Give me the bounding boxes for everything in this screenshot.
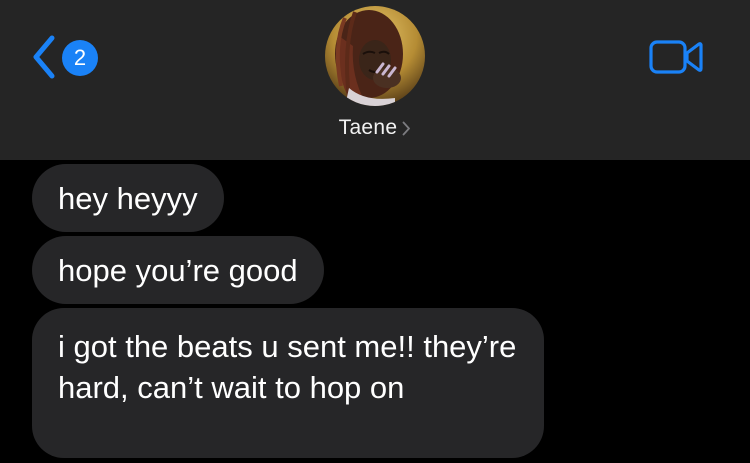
facetime-video-button[interactable] [648, 38, 704, 76]
chevron-left-icon [33, 35, 55, 79]
contact-name-button[interactable]: Taene [0, 116, 750, 140]
message-bubble-received[interactable]: i got the beats u sent me!! they’re hard… [32, 308, 544, 458]
contact-name: Taene [338, 116, 398, 139]
conversation-screen: 2 Taene hey heyyy hope you’re good i got… [0, 0, 750, 463]
back-button[interactable]: 2 [28, 34, 108, 80]
message-list: hey heyyy hope you’re good i got the bea… [0, 160, 750, 463]
unread-count-badge: 2 [62, 40, 98, 76]
video-camera-icon [649, 40, 703, 74]
conversation-header: 2 Taene [0, 0, 750, 160]
message-bubble-received[interactable]: hey heyyy [32, 164, 224, 232]
avatar-photo [325, 6, 425, 106]
message-bubble-received[interactable]: hope you’re good [32, 236, 324, 304]
contact-avatar[interactable] [325, 6, 425, 106]
chevron-right-icon [402, 121, 411, 136]
